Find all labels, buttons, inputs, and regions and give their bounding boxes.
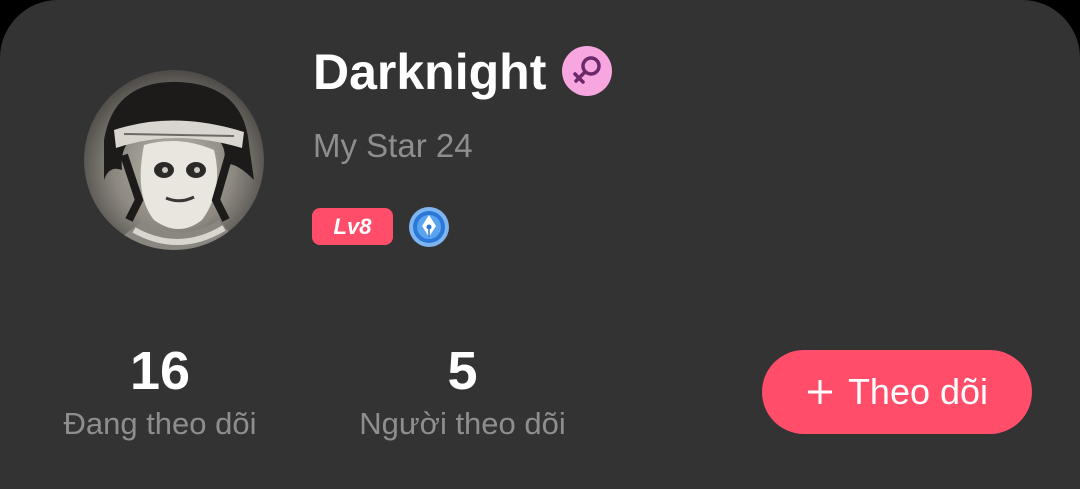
female-symbol-icon [562, 46, 612, 96]
avatar-image [104, 81, 254, 250]
level-badge[interactable]: Lv8 [312, 208, 393, 245]
avatar[interactable] [84, 70, 264, 250]
stat-following[interactable]: 16 Đang theo dõi [40, 338, 280, 444]
followers-count: 5 [447, 341, 478, 401]
plus-icon [807, 380, 832, 404]
follow-button-label: Theo dõi [847, 371, 989, 412]
following-count: 16 [129, 341, 191, 401]
profile-subtitle: My Star 24 [313, 127, 473, 164]
stat-followers[interactable]: 5 Người theo dõi [335, 338, 590, 444]
pen-nib-medal-icon[interactable] [408, 206, 450, 248]
follow-button[interactable]: Theo dõi [762, 350, 1032, 434]
following-label: Đang theo dõi [63, 406, 257, 441]
followers-label: Người theo dõi [359, 406, 566, 441]
profile-name: Darknight [313, 44, 547, 100]
profile-card: Darknight My Star 24 Lv8 16 Đang theo dõ… [0, 0, 1080, 489]
